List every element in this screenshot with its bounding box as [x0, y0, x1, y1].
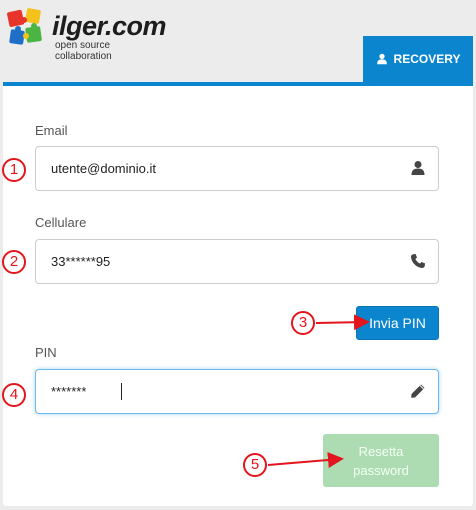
user-icon	[411, 161, 425, 175]
pin-field-box	[35, 369, 439, 414]
step-marker-1: 1	[2, 158, 26, 182]
pin-input[interactable]	[51, 370, 391, 413]
tab-recovery[interactable]: RECOVERY	[363, 36, 473, 82]
email-field-box	[35, 146, 439, 191]
step-marker-4: 4	[2, 383, 26, 407]
reset-password-button[interactable]: Resetta password	[323, 434, 439, 487]
step-marker-5: 5	[243, 453, 267, 477]
send-pin-button[interactable]: Invia PIN	[356, 306, 439, 340]
user-icon	[376, 53, 387, 65]
text-caret	[121, 383, 122, 400]
tab-recovery-label: RECOVERY	[393, 52, 461, 66]
step-marker-2: 2	[2, 250, 26, 274]
phone-input[interactable]	[51, 240, 391, 283]
email-input[interactable]	[51, 147, 391, 190]
reset-password-label-line2: password	[353, 462, 409, 478]
brand-logo[interactable]: ilger.com open source collaboration	[6, 8, 167, 62]
phone-field-box	[35, 239, 439, 284]
header: ilger.com open source collaboration RECO…	[0, 0, 476, 82]
phone-icon	[411, 254, 425, 268]
pin-label: PIN	[35, 345, 57, 360]
email-label: Email	[35, 123, 68, 138]
reset-password-label-line1: Resetta	[358, 443, 404, 459]
phone-label: Cellulare	[35, 215, 87, 230]
brand-tagline: open source collaboration	[55, 40, 112, 62]
pencil-icon	[411, 384, 425, 398]
puzzle-logo-icon	[7, 8, 42, 45]
brand-name: ilger.com	[52, 11, 167, 41]
step-marker-3: 3	[291, 311, 315, 335]
